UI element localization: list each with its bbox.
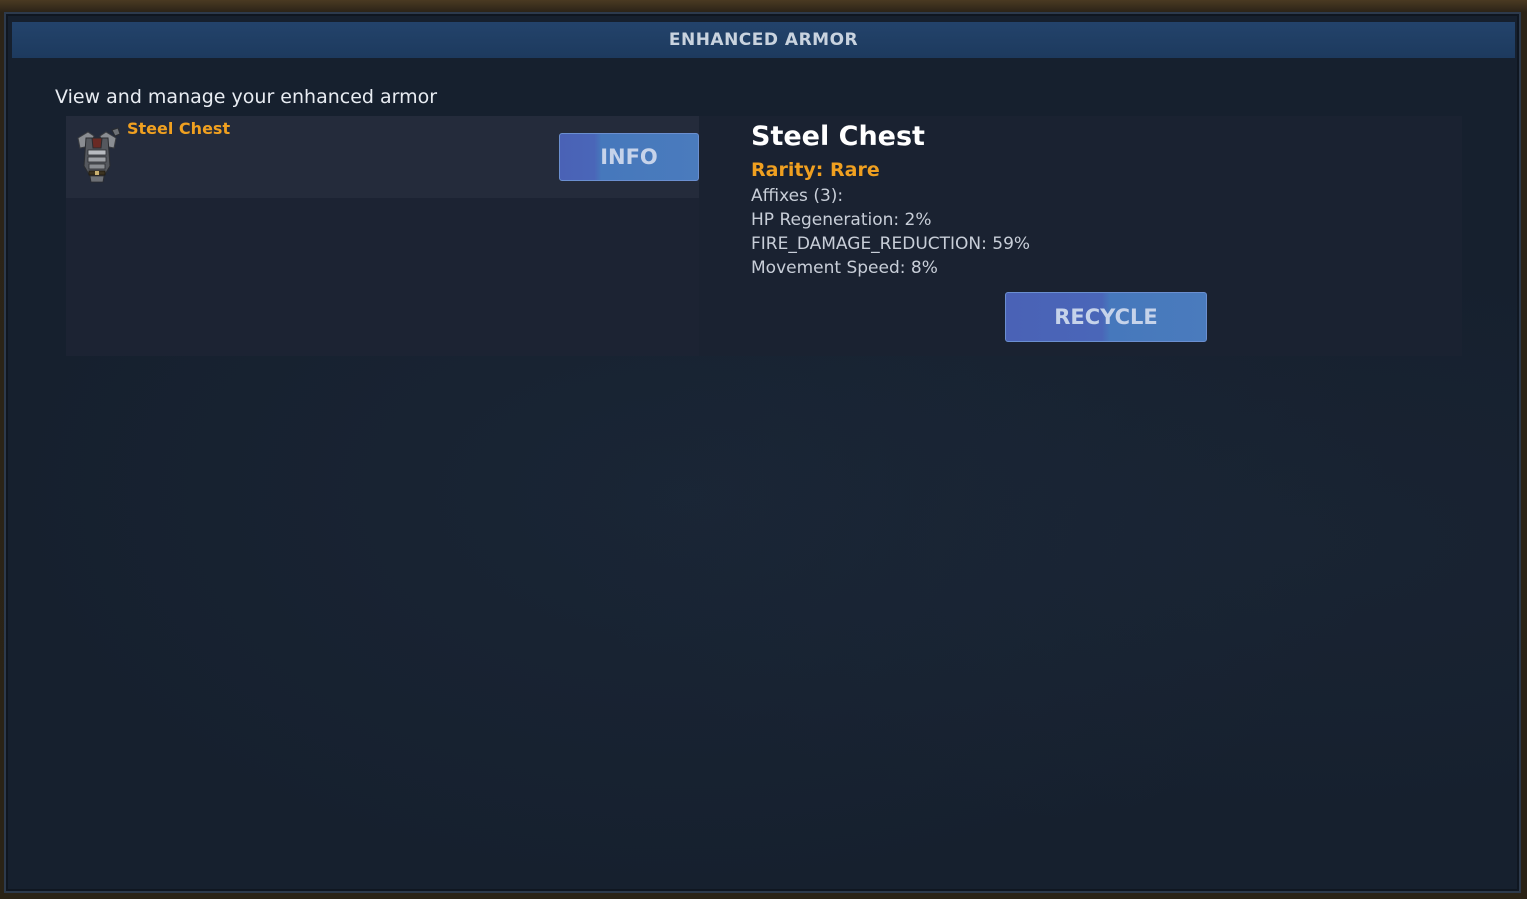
armor-list-item[interactable]: Steel Chest INFO xyxy=(66,116,699,198)
affix-line: Movement Speed: 8% xyxy=(751,258,938,278)
armor-detail-panel: Steel Chest Rarity: Rare Affixes (3): HP… xyxy=(751,116,1462,356)
window-subtitle: View and manage your enhanced armor xyxy=(55,86,438,108)
armor-list: Steel Chest INFO xyxy=(66,116,699,356)
affix-line: HP Regeneration: 2% xyxy=(751,210,932,230)
detail-item-name: Steel Chest xyxy=(751,121,925,152)
steel-chest-armor-icon xyxy=(77,127,121,183)
affix-line: FIRE_DAMAGE_REDUCTION: 59% xyxy=(751,234,1031,254)
armor-item-name: Steel Chest xyxy=(127,119,231,138)
detail-rarity: Rarity: Rare xyxy=(751,159,880,181)
affix-header: Affixes (3): xyxy=(751,186,844,206)
window-title: ENHANCED ARMOR xyxy=(668,30,859,50)
recycle-button[interactable]: RECYCLE xyxy=(1005,292,1207,342)
info-button[interactable]: INFO xyxy=(559,133,699,181)
window-title-bar: ENHANCED ARMOR xyxy=(12,22,1515,58)
enhanced-armor-window: ENHANCED ARMOR View and manage your enha… xyxy=(4,12,1521,893)
content-panel: Steel Chest INFO Steel Chest Rarity: Rar… xyxy=(66,116,1462,356)
